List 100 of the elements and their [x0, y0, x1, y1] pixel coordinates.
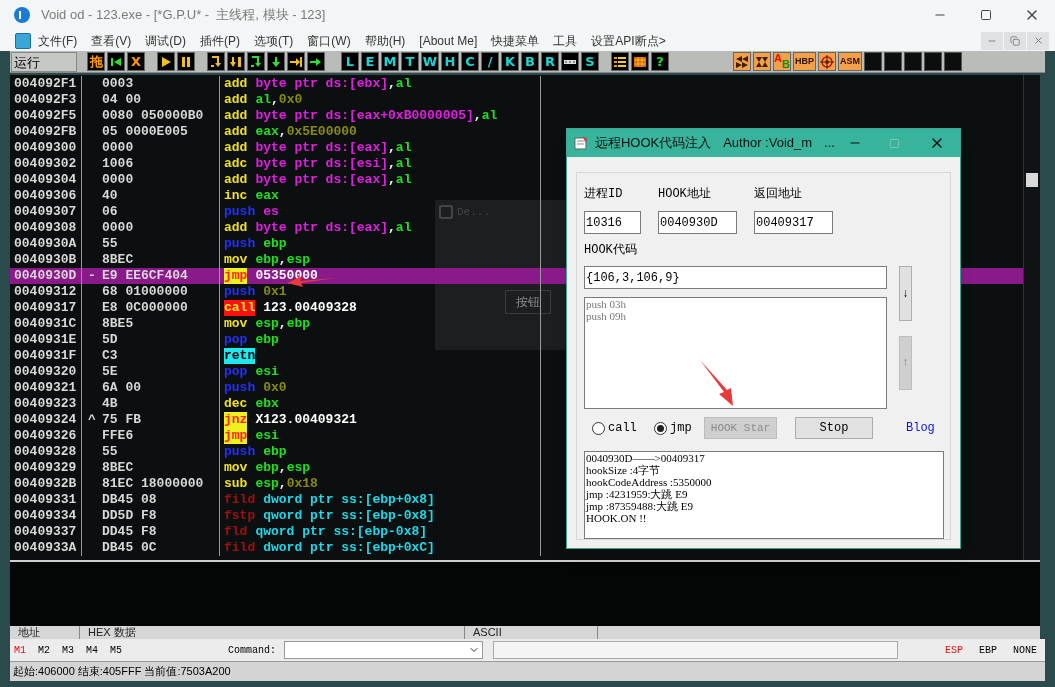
- menu-item[interactable]: 调试(D): [145, 31, 186, 50]
- menu-item[interactable]: 设置API断点>: [591, 31, 666, 50]
- code-row[interactable]: 00409304 0000 add byte ptr ds:[eax],al: [10, 172, 1023, 188]
- mark-button[interactable]: M3: [62, 642, 75, 658]
- toolbar-button[interactable]: [177, 52, 195, 71]
- register-button[interactable]: ESP: [944, 642, 963, 658]
- menu-item[interactable]: 快捷菜单: [491, 31, 540, 50]
- code-field[interactable]: {106,3,106,9}: [584, 266, 887, 289]
- toolbar-button[interactable]: R: [541, 52, 559, 71]
- hex-cell: 55: [102, 444, 220, 460]
- menu-item[interactable]: 窗口(W): [307, 31, 351, 50]
- menu-item[interactable]: 文件(F): [38, 31, 78, 50]
- hex-cell: FFE6: [102, 428, 220, 444]
- command-combo-box[interactable]: [284, 641, 484, 659]
- toolbar-button[interactable]: [267, 52, 285, 71]
- operand: 123.00409328: [263, 300, 357, 316]
- menu-item[interactable]: 帮助(H): [364, 31, 406, 50]
- stop-button[interactable]: Stop: [795, 417, 873, 439]
- list-icon: [613, 54, 627, 69]
- log-text-area[interactable]: 0040930D——>00409317 hookSize :4字节 hookCodeAddress :5350000 jmp :4231959:大跳 E9 jmp :87359488:大跳 E9 HOOK.ON !!: [584, 451, 944, 539]
- radio-button[interactable]: call: [592, 419, 654, 437]
- toolbar-button[interactable]: K: [501, 52, 519, 71]
- operand: ,: [278, 124, 287, 140]
- dialog-title: 远程HOOK代码注入: [594, 134, 712, 153]
- toolbar-button[interactable]: W: [421, 52, 439, 71]
- menu-item[interactable]: 查看(V): [91, 31, 132, 50]
- mark-button[interactable]: M5: [110, 642, 123, 658]
- jump-mark: ^: [88, 412, 96, 428]
- close-button[interactable]: [1027, 31, 1049, 50]
- toolbar-button[interactable]: HBP: [793, 52, 816, 71]
- hex-cell: DD5D F8: [102, 508, 220, 524]
- operand: ,: [388, 76, 396, 92]
- mnemonic: jmp: [224, 428, 248, 444]
- toolbar-button[interactable]: S: [581, 52, 599, 71]
- text-field[interactable]: 10316: [584, 211, 641, 234]
- code-row[interactable]: 004092F5 0080 050000B0 add byte ptr ds:[eax+0xB0000005],al: [10, 108, 1023, 124]
- scrollbar[interactable]: [1023, 75, 1040, 560]
- hex-cell: 75 FB: [102, 412, 220, 428]
- toolbar-button[interactable]: [611, 52, 629, 71]
- toolbar-button[interactable]: [157, 52, 175, 71]
- text-field[interactable]: 0040930D: [658, 211, 737, 234]
- down-button[interactable]: ↓: [899, 266, 912, 321]
- code-row[interactable]: 004092F1 0003 add byte ptr ds:[ebx],al: [10, 76, 1023, 92]
- asm-line: push 09h: [586, 310, 628, 322]
- toolbar-button[interactable]: M: [381, 52, 399, 71]
- operand: ebp: [255, 460, 279, 476]
- toolbar-button[interactable]: T: [401, 52, 419, 71]
- hex-cell: 0080 050000B0: [102, 108, 220, 124]
- toolbar-button[interactable]: /: [481, 52, 499, 71]
- menu-item[interactable]: [About Me]: [419, 31, 478, 50]
- log-line: 0040930D——>00409317: [586, 452, 706, 464]
- operand: 05350000: [255, 268, 318, 284]
- toolbar-button[interactable]: 拖: [87, 52, 105, 71]
- menu-item[interactable]: 选项(T): [254, 31, 294, 50]
- command-label: Command:: [228, 643, 277, 658]
- toolbar-button[interactable]: B: [521, 52, 539, 71]
- toolbar-button[interactable]: [107, 52, 125, 71]
- toolbar-button[interactable]: [227, 52, 245, 71]
- code-row[interactable]: 0040933A DB45 0C fild dword ptr ss:[ebp+0xC]: [10, 540, 1023, 556]
- toolbar-button[interactable]: [753, 52, 771, 71]
- toolbar-button[interactable]: [631, 52, 649, 71]
- operand: ebp: [263, 236, 287, 252]
- toolbar-button[interactable]: [561, 52, 579, 71]
- register-button[interactable]: EBP: [978, 642, 997, 658]
- toolbar-button[interactable]: ?: [651, 52, 669, 71]
- toolbar-button[interactable]: [207, 52, 225, 71]
- text-field[interactable]: 00409317: [754, 211, 833, 234]
- toolbar-button[interactable]: [307, 52, 325, 71]
- menu-item[interactable]: 插件(P): [200, 31, 240, 50]
- mnemonic: add: [224, 92, 248, 108]
- toolbar-button[interactable]: C: [461, 52, 479, 71]
- mark-button[interactable]: M2: [38, 642, 51, 658]
- mark-button[interactable]: M1: [14, 642, 26, 658]
- hex-cell: 68 01000000: [102, 284, 220, 300]
- step-over-icon: [229, 54, 243, 69]
- code-row[interactable]: 004092F3 04 00 add al,0x0: [10, 92, 1023, 108]
- operand: eax: [255, 188, 279, 204]
- toolbar-button[interactable]: L: [341, 52, 359, 71]
- mark-button[interactable]: M4: [86, 642, 99, 658]
- toolbar-button[interactable]: ASM: [838, 52, 862, 71]
- toolbar-button[interactable]: X: [127, 52, 145, 71]
- toolbar-button[interactable]: [733, 52, 751, 71]
- radio-button[interactable]: jmp: [654, 419, 702, 437]
- register-button[interactable]: NONE: [1013, 642, 1037, 658]
- field-label: 进程ID: [584, 187, 624, 201]
- grid-icon: [633, 54, 647, 69]
- menu-item[interactable]: 工具: [553, 31, 578, 50]
- mnemonic: sub: [224, 476, 248, 492]
- operand: dword ptr ss:[ebp+0x8]: [263, 492, 435, 508]
- asm-text-area[interactable]: push 03h push 09h: [584, 297, 887, 409]
- blog-link[interactable]: Blog: [906, 419, 935, 437]
- operand: esp: [255, 316, 279, 332]
- toolbar-button[interactable]: [247, 52, 265, 71]
- jump-mark: -: [88, 268, 96, 284]
- toolbar-button[interactable]: [287, 52, 305, 71]
- scroll-thumb[interactable]: [1026, 173, 1038, 187]
- toolbar-button[interactable]: E: [361, 52, 379, 71]
- code-row[interactable]: 00409302 1006 adc byte ptr ds:[esi],al: [10, 156, 1023, 172]
- restore-button[interactable]: [1004, 31, 1026, 50]
- toolbar-button[interactable]: H: [441, 52, 459, 71]
